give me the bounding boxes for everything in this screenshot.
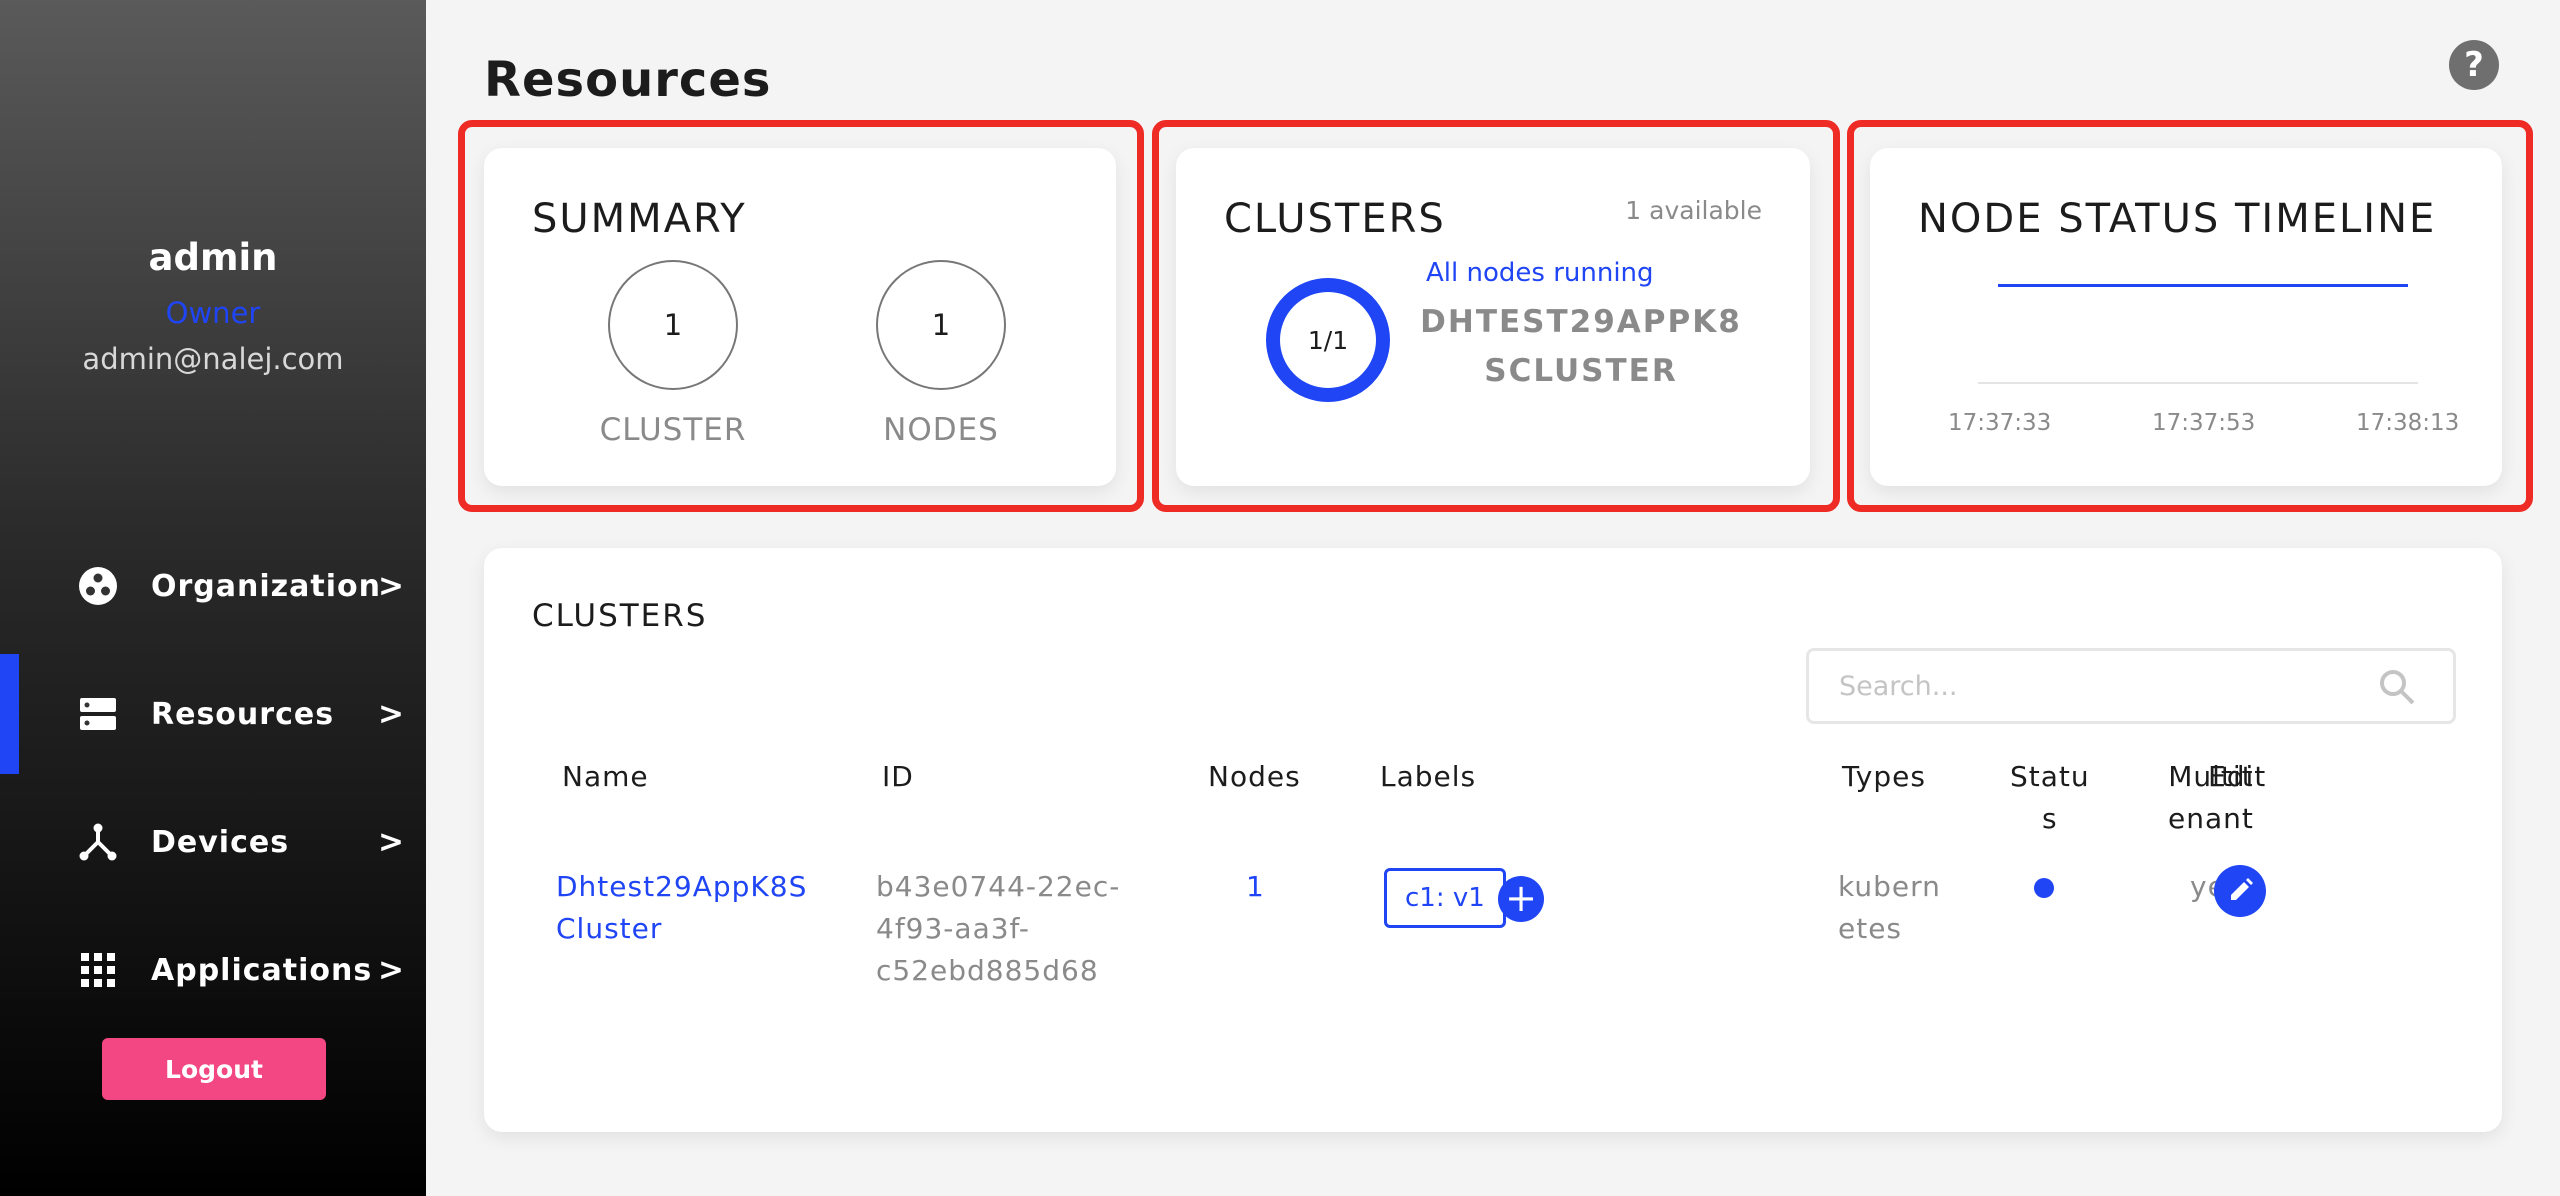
nodes-count-label: NODES: [883, 412, 999, 448]
cluster-type: kubern etes: [1838, 866, 1941, 950]
help-icon[interactable]: ?: [2449, 40, 2499, 90]
search-input[interactable]: [1839, 651, 2359, 721]
pencil-icon: [2231, 878, 2253, 900]
clusters-card: CLUSTERS 1 available 1/1 All nodes runni…: [1176, 148, 1810, 486]
devices-icon: [79, 823, 117, 861]
status-indicator: [2034, 878, 2054, 898]
logout-button[interactable]: Logout: [102, 1038, 326, 1100]
organization-icon: [79, 567, 117, 605]
summary-card: SUMMARY 1 CLUSTER 1 NODES: [484, 148, 1116, 486]
cluster-name-link[interactable]: Dhtest29AppK8S Cluster: [556, 866, 807, 950]
clusters-table-title: CLUSTERS: [532, 598, 708, 634]
resources-icon: [80, 698, 116, 730]
sidebar-item-label: Applications: [151, 952, 373, 988]
cluster-label-chip[interactable]: c1: v1: [1384, 868, 1506, 928]
sidebar-item-devices[interactable]: Devices >: [0, 782, 426, 902]
cluster-id-line: c52ebd885d68: [876, 954, 1099, 987]
user-name: admin: [148, 236, 278, 279]
cluster-status-text: All nodes running: [1426, 258, 1654, 288]
chevron-right-icon: >: [378, 952, 404, 988]
user-email: admin@nalej.com: [82, 342, 344, 376]
sidebar-item-label: Organization: [151, 568, 381, 604]
column-header-text: s: [2042, 802, 2058, 835]
timeline-tick: 17:37:33: [1948, 410, 2052, 436]
user-role: Owner: [165, 296, 261, 330]
sidebar-item-organization[interactable]: Organization >: [0, 526, 426, 646]
column-header-id[interactable]: ID: [882, 756, 914, 798]
timeline-axis: [1978, 382, 2418, 384]
column-header-status[interactable]: Statu s: [2010, 756, 2090, 840]
sidebar-item-applications[interactable]: Applications >: [0, 910, 426, 1030]
column-header-name[interactable]: Name: [562, 756, 649, 798]
clusters-ratio-donut: 1/1: [1266, 278, 1390, 402]
cluster-nodes-link[interactable]: 1: [1246, 866, 1265, 908]
chevron-right-icon: >: [378, 824, 404, 860]
timeline-tick: 17:37:53: [2152, 410, 2256, 436]
cluster-name-line: Cluster: [556, 912, 663, 945]
clusters-card-title: CLUSTERS: [1224, 196, 1446, 242]
summary-title: SUMMARY: [532, 196, 747, 242]
clusters-table-card: CLUSTERS Name ID Nodes Labels Types Stat…: [484, 548, 2502, 1132]
sidebar: admin Owner admin@nalej.com Organization…: [0, 0, 426, 1196]
edit-button[interactable]: [2214, 865, 2266, 917]
cluster-name-line: DHTEST29APPK8: [1420, 304, 1742, 340]
cluster-id-line: b43e0744-22ec-: [876, 870, 1121, 903]
nodes-count: 1: [876, 260, 1006, 390]
column-header-edit: Edit: [2208, 760, 2267, 793]
column-header-text: Statu: [2010, 760, 2090, 793]
cluster-name-line: Dhtest29AppK8S: [556, 870, 808, 903]
column-header-nodes[interactable]: Nodes: [1208, 756, 1301, 798]
column-header-types[interactable]: Types: [1842, 756, 1926, 798]
cluster-name: DHTEST29APPK8 SCLUSTER: [1396, 298, 1766, 396]
applications-icon: [81, 953, 115, 987]
sidebar-item-resources[interactable]: Resources >: [0, 654, 426, 774]
timeline-tick: 17:38:13: [2356, 410, 2460, 436]
search-box: [1806, 648, 2456, 724]
cluster-count: 1: [608, 260, 738, 390]
column-header-text: enant: [2168, 802, 2254, 835]
chevron-right-icon: >: [378, 696, 404, 732]
page-title: Resources: [484, 52, 772, 108]
sidebar-item-label: Resources: [151, 696, 335, 732]
sidebar-item-label: Devices: [151, 824, 290, 860]
clusters-available: 1 available: [1625, 196, 1762, 225]
cluster-id: b43e0744-22ec- 4f93-aa3f- c52ebd885d68: [876, 866, 1120, 992]
cluster-type-line: etes: [1838, 912, 1903, 945]
cluster-type-line: kubern: [1838, 870, 1941, 903]
add-label-button[interactable]: +: [1498, 876, 1544, 922]
cluster-name-line: SCLUSTER: [1484, 353, 1678, 389]
cluster-id-line: 4f93-aa3f-: [876, 912, 1030, 945]
chevron-right-icon: >: [378, 568, 404, 604]
search-icon[interactable]: [2377, 667, 2417, 707]
timeline-title: NODE STATUS TIMELINE: [1918, 196, 2437, 242]
clusters-ratio: 1/1: [1307, 325, 1349, 355]
timeline-card: NODE STATUS TIMELINE 17:37:33 17:37:53 1…: [1870, 148, 2502, 486]
cluster-count-label: CLUSTER: [599, 412, 747, 448]
timeline-series-line: [1998, 284, 2408, 287]
column-header-labels[interactable]: Labels: [1380, 756, 1476, 798]
